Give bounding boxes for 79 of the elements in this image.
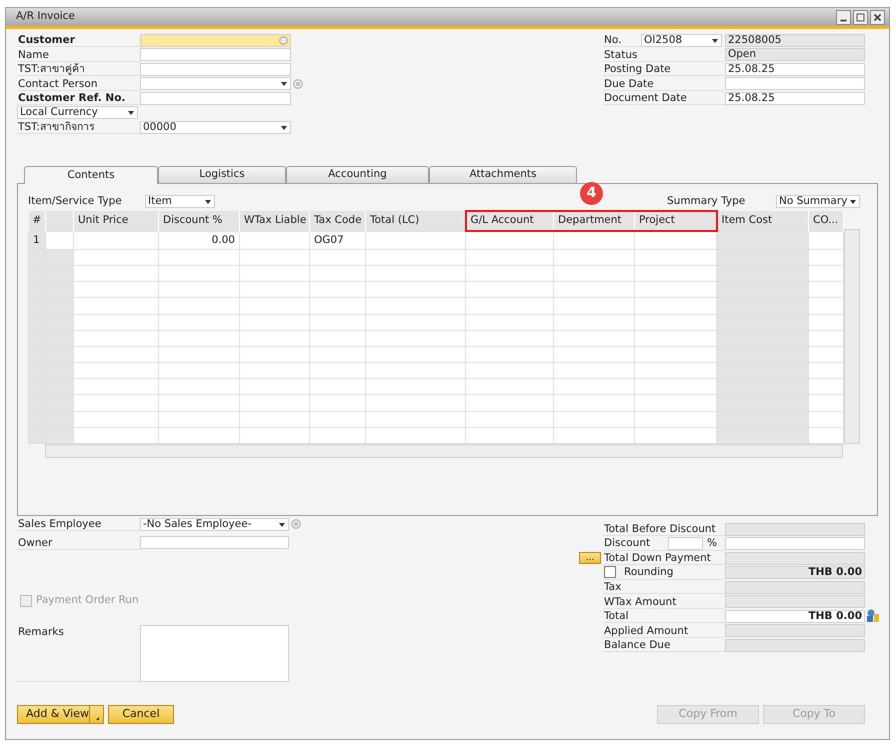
column-header[interactable]: # (28, 211, 46, 232)
input-field[interactable] (140, 34, 291, 47)
field-label: Item/Service Type (28, 194, 123, 209)
field-label: Owner (17, 536, 140, 550)
input-field[interactable]: 25.08.25 (725, 92, 865, 105)
column-header[interactable]: Tax Code (310, 211, 366, 232)
field-label: Contact Person (17, 76, 140, 91)
column-header[interactable] (46, 211, 74, 232)
dropdown-field[interactable]: 00000 (140, 120, 291, 134)
more-button[interactable]: ... (579, 552, 601, 564)
callout-badge: 4 (580, 182, 603, 205)
field-label: WTax Amount (603, 594, 725, 609)
field-label: Sales Employee (17, 517, 140, 532)
input-field[interactable] (725, 537, 865, 550)
field-label: Total Before Discount (603, 522, 725, 536)
field-label: TST:สาขากิจการ (17, 120, 140, 134)
field-label: Total Down Payment (603, 551, 725, 566)
input-field[interactable] (140, 92, 291, 105)
dropdown-field[interactable]: -No Sales Employee- (140, 518, 289, 531)
column-header[interactable]: G/L Account (466, 211, 554, 232)
column-header[interactable]: Total (LC) (366, 211, 466, 232)
field-label: Due Date (603, 76, 725, 91)
input-field[interactable] (140, 62, 291, 76)
series-dropdown[interactable]: OI2508 (641, 34, 722, 47)
field-label: Status (603, 48, 725, 62)
currency-coins-icon[interactable] (866, 609, 880, 624)
action-button[interactable]: Cancel (108, 705, 174, 724)
column-header[interactable]: Project (634, 211, 716, 232)
horizontal-scrollbar[interactable] (45, 444, 843, 458)
input-field[interactable]: 25.08.25 (725, 62, 865, 76)
field-label: Document Date (603, 91, 725, 106)
input-field[interactable] (140, 536, 289, 550)
input-field: 22508005 (725, 34, 865, 47)
list-icon[interactable] (279, 36, 288, 45)
input-field[interactable]: THB 0.00 (725, 610, 865, 623)
tab[interactable]: Attachments (429, 166, 577, 183)
column-header[interactable]: Unit Price (74, 211, 158, 232)
tab[interactable]: Contents (24, 166, 158, 184)
close-button[interactable] (870, 10, 885, 24)
input-field: Open (725, 48, 865, 62)
table-cell: 1 (28, 231, 46, 250)
tab[interactable]: Logistics (158, 166, 286, 183)
checkbox-label: Payment Order Run (36, 593, 139, 608)
field-label: Discount (604, 536, 650, 550)
field-label: Posting Date (603, 62, 725, 76)
column-header[interactable]: Item Cost (716, 211, 808, 232)
dropdown-field[interactable] (140, 77, 291, 90)
type-dropdown[interactable]: Item (145, 195, 215, 208)
column-header[interactable]: Department (554, 211, 634, 232)
field-label: Balance Due (603, 638, 725, 652)
tab[interactable]: Accounting (286, 166, 429, 183)
checkbox-label: Rounding (624, 565, 674, 580)
field-label: Customer (17, 33, 140, 48)
column-header[interactable]: CO... (808, 211, 844, 232)
input-field[interactable] (725, 77, 865, 90)
percent-sign: % (707, 536, 717, 550)
field-label: Total (603, 609, 725, 624)
field-label: Customer Ref. No. (17, 91, 140, 106)
table-cell: 0.00 (158, 231, 240, 250)
percent-field[interactable] (668, 536, 704, 550)
minimize-button[interactable] (836, 10, 851, 24)
input-field[interactable] (140, 48, 291, 62)
summary-dropdown[interactable]: No Summary (776, 195, 860, 208)
vertical-scrollbar[interactable] (844, 229, 860, 444)
field-label: Summary Type (667, 194, 746, 209)
window-title: A/R Invoice (16, 9, 75, 24)
remarks-field[interactable] (140, 625, 289, 682)
maximize-button[interactable] (853, 10, 868, 24)
checkbox[interactable] (604, 566, 616, 578)
column-header[interactable]: WTax Liable (240, 211, 310, 232)
field-label: Applied Amount (603, 624, 725, 638)
field-label: TST:สาขาคู่ค้า (17, 62, 140, 76)
column-header[interactable]: Discount % (158, 211, 240, 232)
field-label: Tax (603, 580, 725, 594)
field-label: Name (17, 48, 140, 62)
input-field: THB 0.00 (725, 566, 865, 580)
table-cell: OG07 (310, 231, 366, 250)
currency-dropdown[interactable]: Local Currency (17, 106, 138, 120)
action-button[interactable]: Add & View (17, 705, 104, 724)
